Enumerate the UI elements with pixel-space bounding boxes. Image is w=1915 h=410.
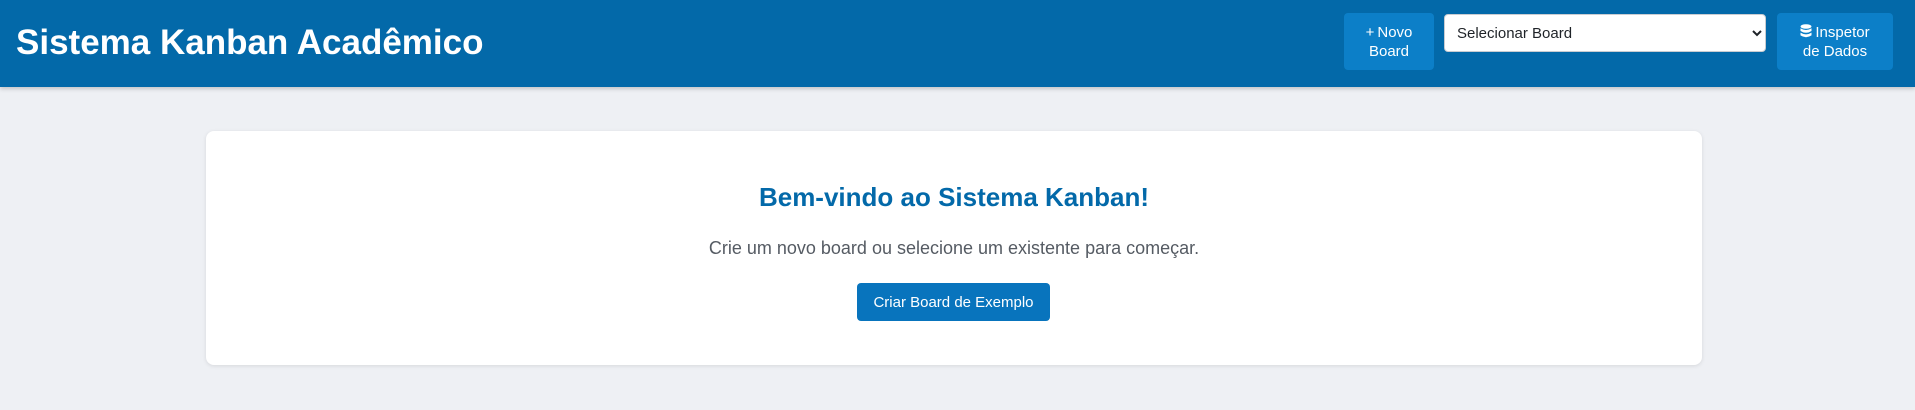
- new-board-label-line1: Novo: [1377, 23, 1413, 41]
- welcome-card: Bem-vindo ao Sistema Kanban! Crie um nov…: [206, 131, 1702, 365]
- database-icon: [1800, 23, 1812, 41]
- new-board-button[interactable]: + Novo Board: [1344, 13, 1434, 70]
- board-select[interactable]: Selecionar Board: [1444, 14, 1766, 52]
- welcome-title: Bem-vindo ao Sistema Kanban!: [758, 182, 1150, 212]
- new-board-label-line2: Board: [1368, 42, 1410, 60]
- data-inspector-label-line2: de Dados: [1802, 42, 1868, 60]
- welcome-subtitle: Crie um novo board ou selecione um exist…: [708, 238, 1200, 258]
- create-example-board-button[interactable]: Criar Board de Exemplo: [857, 283, 1050, 321]
- data-inspector-label-line1: Inspetor: [1815, 23, 1870, 41]
- app-header: Sistema Kanban Acadêmico + Novo Board Sel…: [0, 0, 1915, 87]
- plus-icon: +: [1365, 23, 1375, 41]
- data-inspector-button[interactable]: Inspetor de Dados: [1777, 13, 1893, 70]
- app-title: Sistema Kanban Acadêmico: [16, 23, 484, 62]
